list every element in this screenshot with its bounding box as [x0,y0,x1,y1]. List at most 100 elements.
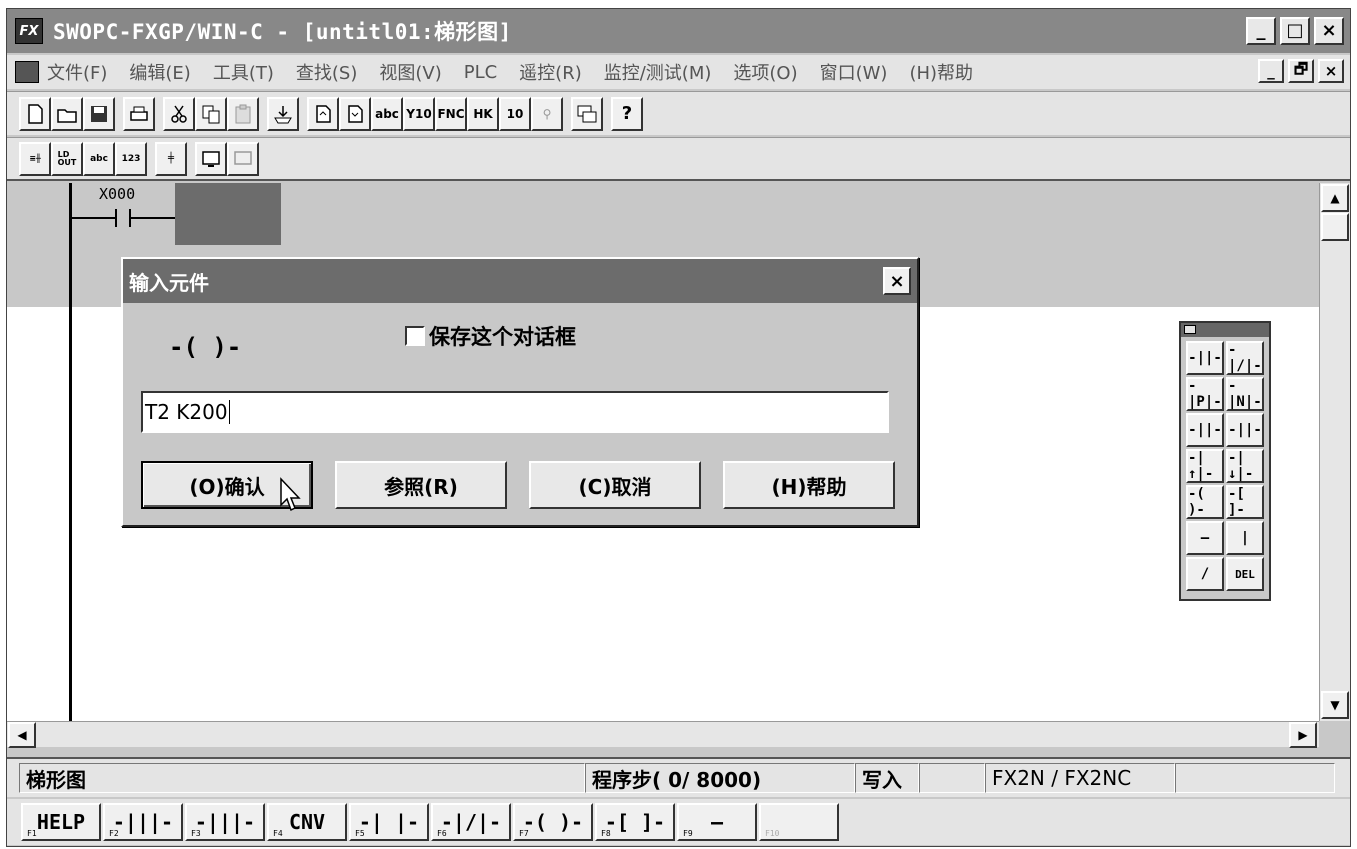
fkey-f1-help[interactable]: F1 HELP [21,803,101,841]
vertical-scrollbar[interactable]: ▲ ▼ [1319,183,1350,721]
reference-button[interactable]: 参照(R) [335,461,507,509]
fkey-f2[interactable]: F2 -|||- [103,803,183,841]
ladder-view-icon[interactable]: ≡╫ [19,141,51,176]
page-up-icon[interactable] [307,96,339,131]
scroll-up-arrow-icon[interactable]: ▲ [1321,184,1349,212]
fkey-f5-contact[interactable]: F5 -| |- [349,803,429,841]
view-toolbar: ≡╫ LD OUT abc 123 ╪ [7,137,1350,181]
fkey-f10[interactable]: F10 [759,803,839,841]
status-extra [1175,763,1335,793]
title-bar: FX SWOPC-FXGP/WIN-C - [untitl01:梯形图] _ □… [7,9,1350,53]
monitor-disabled-icon[interactable] [227,141,259,176]
save-dialog-label: 保存这个对话框 [429,325,576,349]
scroll-right-arrow-icon[interactable]: ▶ [1289,722,1317,748]
menu-remote[interactable]: 遥控(R) [519,59,582,85]
scroll-down-arrow-icon[interactable]: ▼ [1321,691,1349,719]
palette-nc-contact-icon[interactable]: -|/|- [1226,341,1264,375]
palette-parallel-rising-icon[interactable]: -|↑|- [1186,449,1224,483]
palette-menu-icon[interactable] [1184,325,1196,334]
cut-icon[interactable] [163,96,195,131]
palette-vertical-line-icon[interactable]: | [1226,521,1264,555]
palette-delete-icon[interactable]: DEL [1226,557,1264,591]
copy-icon[interactable] [195,96,227,131]
window-switch-icon[interactable] [571,96,603,131]
menu-tools[interactable]: 工具(T) [213,59,274,85]
mdi-close-button[interactable]: × [1318,59,1344,83]
help-button[interactable]: (H)帮助 [723,461,895,509]
palette-parallel-nc-icon[interactable]: -|N|- [1226,377,1264,411]
menu-edit[interactable]: 编辑(E) [129,59,190,85]
palette-instruction-icon[interactable]: -[ ]- [1226,485,1264,519]
binoculars-icon[interactable]: ⚲ [531,96,563,131]
menu-help[interactable]: (H)帮助 [909,59,973,85]
app-icon[interactable]: FX [15,18,43,44]
new-file-icon[interactable] [19,96,51,131]
palette-no-contact-icon[interactable]: -||- [1186,341,1224,375]
dialog-close-button[interactable]: × [883,267,911,295]
dialog-title-bar[interactable]: 输入元件 × [123,259,917,303]
fkey-f4-convert[interactable]: F4 CNV [267,803,347,841]
page-down-icon[interactable] [339,96,371,131]
fkey-f8-instruction[interactable]: F8 -[ ]- [595,803,675,841]
menu-view[interactable]: 视图(V) [379,59,441,85]
fkey-f6-nc-contact[interactable]: F6 -|/|- [431,803,511,841]
find-y10-icon[interactable]: Y10 [403,96,435,131]
menu-options[interactable]: 选项(O) [733,59,797,85]
cancel-button[interactable]: (C)取消 [529,461,701,509]
palette-falling-contact-icon[interactable]: -||- [1226,413,1264,447]
find-hk-icon[interactable]: HK [467,96,499,131]
palette-parallel-falling-icon[interactable]: -|↓|- [1226,449,1264,483]
mdi-minimize-button[interactable]: _ [1258,59,1284,83]
menu-file[interactable]: 文件(F) [47,59,107,85]
palette-horizontal-line-icon[interactable]: — [1186,521,1224,555]
status-mode: 梯形图 [19,763,585,793]
main-toolbar: abc Y10 FNC HK 10 ⚲ ? [7,91,1350,135]
fkey-label: -( )- [522,810,584,834]
fkey-f7-coil[interactable]: F7 -( )- [513,803,593,841]
palette-title-bar[interactable] [1181,323,1269,337]
help-question-icon[interactable]: ? [611,96,643,131]
horizontal-scrollbar[interactable]: ◀ ▶ [7,721,1319,748]
fkey-label: -|||- [194,810,256,834]
print-icon[interactable] [123,96,155,131]
grid-icon[interactable]: ╪ [155,141,187,176]
mdi-restore-button[interactable]: 🗗 [1288,59,1314,83]
fkey-number: F1 [27,829,37,838]
left-power-rail [69,183,72,721]
ladder-palette: -||- -|/|- -|P|- -|N|- -||- -||- -|↑|- -… [1179,321,1271,601]
find-abc-icon[interactable]: abc [371,96,403,131]
vertical-scroll-thumb[interactable] [1321,213,1349,241]
save-icon[interactable] [83,96,115,131]
save-dialog-checkbox[interactable] [405,326,425,346]
palette-invert-icon[interactable]: / [1186,557,1224,591]
menu-window[interactable]: 窗口(W) [820,59,888,85]
fkey-number: F5 [355,829,365,838]
close-button[interactable]: × [1314,17,1344,45]
palette-rising-contact-icon[interactable]: -||- [1186,413,1224,447]
save-dialog-checkbox-row[interactable]: 保存这个对话框 [405,321,576,351]
comment-123-icon[interactable]: 123 [115,141,147,176]
edit-cursor[interactable] [175,183,281,245]
document-icon[interactable] [15,61,39,83]
menu-monitor[interactable]: 监控/测试(M) [604,59,712,85]
instruction-list-icon[interactable]: LD OUT [51,141,83,176]
maximize-button[interactable]: □ [1280,17,1310,45]
fkey-f9-line[interactable]: F9 — [677,803,757,841]
palette-coil-icon[interactable]: -( )- [1186,485,1224,519]
scroll-left-arrow-icon[interactable]: ◀ [8,722,36,748]
monitor-icon[interactable] [195,141,227,176]
open-folder-icon[interactable] [51,96,83,131]
find-step-icon[interactable]: 10 [499,96,531,131]
minimize-button[interactable]: _ [1246,17,1276,45]
transfer-icon[interactable] [267,96,299,131]
menu-find[interactable]: 查找(S) [296,59,357,85]
menu-plc[interactable]: PLC [464,62,497,83]
fkey-f3[interactable]: F3 -|||- [185,803,265,841]
fkey-label: HELP [36,810,86,834]
comment-abc-icon[interactable]: abc [83,141,115,176]
find-fnc-icon[interactable]: FNC [435,96,467,131]
element-input[interactable]: T2 K200 [141,391,889,433]
palette-parallel-no-icon[interactable]: -|P|- [1186,377,1224,411]
normally-open-contact[interactable] [115,209,131,227]
paste-icon[interactable] [227,96,259,131]
